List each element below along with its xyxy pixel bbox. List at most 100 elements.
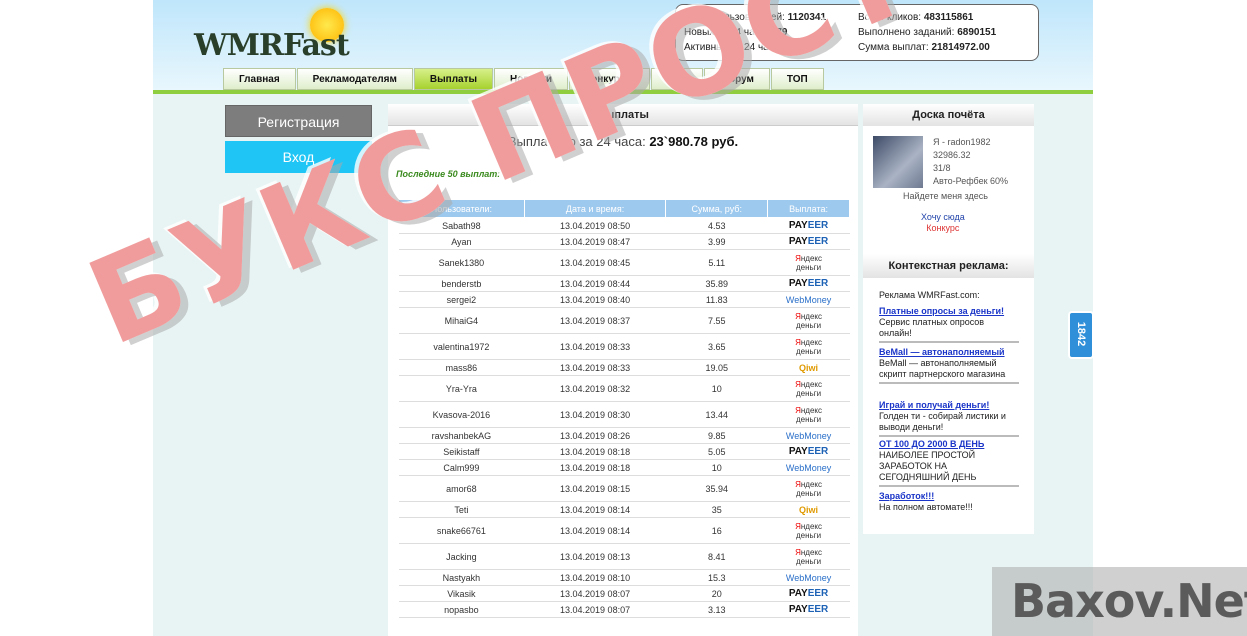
ad-item[interactable]: Заработок!!! На полном автомате!!! bbox=[879, 491, 1019, 515]
table-row: Calm999 13.04.2019 08:18 10 WebMoney bbox=[398, 459, 850, 476]
cell-date: 13.04.2019 08:44 bbox=[524, 275, 666, 292]
table-row: Nastyakh 13.04.2019 08:10 15.3 WebMoney bbox=[398, 569, 850, 586]
table-row: Teti 13.04.2019 08:14 35 Qiwi bbox=[398, 501, 850, 518]
cell-user: benderstb bbox=[398, 275, 525, 292]
cell-user: Jacking bbox=[398, 543, 525, 570]
cell-user: mass86 bbox=[398, 359, 525, 376]
cell-user: amor68 bbox=[398, 475, 525, 502]
col-method: Выплата: bbox=[767, 199, 850, 218]
table-row: Vikasik 13.04.2019 08:07 20 PAYEER bbox=[398, 585, 850, 602]
payment-method-icon: PAYEER bbox=[767, 275, 850, 292]
cell-user: snake66761 bbox=[398, 517, 525, 544]
cell-date: 13.04.2019 08:32 bbox=[524, 375, 666, 402]
table-row: amor68 13.04.2019 08:15 35.94 Яндекс деньги bbox=[398, 475, 850, 502]
honor-info: Я - radon1982 32986.32 31/8 Авто-Рефбек … bbox=[933, 137, 1009, 186]
cell-user: valentina1972 bbox=[398, 333, 525, 360]
payment-method-icon: Яндекс деньги bbox=[767, 333, 850, 360]
cell-date: 13.04.2019 08:07 bbox=[524, 585, 666, 602]
table-row: Kvasova-2016 13.04.2019 08:30 13.44 Яндекс д… bbox=[398, 401, 850, 428]
cell-sum: 5.11 bbox=[665, 249, 768, 276]
cell-sum: 10 bbox=[665, 375, 768, 402]
corner-watermark: Baxov.Net bbox=[1011, 574, 1247, 628]
cell-date: 13.04.2019 08:37 bbox=[524, 307, 666, 334]
table-row: valentina1972 13.04.2019 08:33 3.65 Яндекс д… bbox=[398, 333, 850, 360]
cell-date: 13.04.2019 08:33 bbox=[524, 359, 666, 376]
payment-method-icon: Яндекс деньги bbox=[767, 375, 850, 402]
table-row: nopasbo 13.04.2019 08:07 3.13 PAYEER bbox=[398, 601, 850, 618]
payment-method-icon: PAYEER bbox=[767, 443, 850, 460]
honor-find-link[interactable]: Найдете меня здесь bbox=[903, 191, 988, 201]
side-counter-tab[interactable]: 1842 bbox=[1068, 311, 1094, 359]
cell-sum: 8.41 bbox=[665, 543, 768, 570]
nav-advertisers[interactable]: Рекламодателям bbox=[296, 68, 413, 90]
table-row: sergei2 13.04.2019 08:40 11.83 WebMoney bbox=[398, 291, 850, 308]
cell-date: 13.04.2019 08:18 bbox=[524, 443, 666, 460]
cell-sum: 20 bbox=[665, 585, 768, 602]
cell-date: 13.04.2019 08:07 bbox=[524, 601, 666, 618]
table-row: mass86 13.04.2019 08:33 19.05 Qiwi bbox=[398, 359, 850, 376]
cell-user: Yra-Yra bbox=[398, 375, 525, 402]
want-here-link[interactable]: Хочу сюда Конкурс bbox=[921, 212, 965, 234]
table-row: snake66761 13.04.2019 08:14 16 Яндекс деньги bbox=[398, 517, 850, 544]
cell-user: Calm999 bbox=[398, 459, 525, 476]
cell-date: 13.04.2019 08:14 bbox=[524, 501, 666, 518]
cell-date: 13.04.2019 08:10 bbox=[524, 569, 666, 586]
cell-date: 13.04.2019 08:18 bbox=[524, 459, 666, 476]
ad-item[interactable]: BeMall — автонаполняемый BeMall — автонап… bbox=[879, 347, 1019, 384]
payment-method-icon: Яндекс деньги bbox=[767, 517, 850, 544]
payouts-table: Пользователи: Дата и время: Сумма, руб: … bbox=[398, 199, 850, 618]
cell-sum: 5.05 bbox=[665, 443, 768, 460]
payment-method-icon: WebMoney bbox=[767, 459, 850, 476]
cell-user: Kvasova-2016 bbox=[398, 401, 525, 428]
sidebar-right: Доска почёта Я - radon1982 32986.32 31/8… bbox=[863, 104, 1034, 534]
nav-home[interactable]: Главная bbox=[223, 68, 296, 90]
cell-sum: 11.83 bbox=[665, 291, 768, 308]
cell-sum: 4.53 bbox=[665, 217, 768, 234]
ad-item[interactable]: Играй и получай деньги! Голден ти - собир… bbox=[879, 400, 1019, 437]
cell-sum: 35.89 bbox=[665, 275, 768, 292]
payment-method-icon: WebMoney bbox=[767, 291, 850, 308]
cell-user: Nastyakh bbox=[398, 569, 525, 586]
logo-text: WMRFast bbox=[194, 28, 350, 63]
payment-method-icon: Qiwi bbox=[767, 359, 850, 376]
cell-sum: 7.55 bbox=[665, 307, 768, 334]
table-row: Seikistaff 13.04.2019 08:18 5.05 PAYEER bbox=[398, 443, 850, 460]
context-ads-title: Контекстная реклама: bbox=[863, 254, 1034, 278]
cell-sum: 19.05 bbox=[665, 359, 768, 376]
cell-user: Vikasik bbox=[398, 585, 525, 602]
cell-date: 13.04.2019 08:13 bbox=[524, 543, 666, 570]
table-row: Jacking 13.04.2019 08:13 8.41 Яндекс деньги bbox=[398, 543, 850, 570]
cell-sum: 15.3 bbox=[665, 569, 768, 586]
cell-date: 13.04.2019 08:45 bbox=[524, 249, 666, 276]
cell-date: 13.04.2019 08:30 bbox=[524, 401, 666, 428]
payment-method-icon: Яндекс деньги bbox=[767, 475, 850, 502]
col-sum: Сумма, руб: bbox=[665, 199, 769, 218]
cell-user: Teti bbox=[398, 501, 525, 518]
cell-user: Seikistaff bbox=[398, 443, 525, 460]
cell-date: 13.04.2019 08:47 bbox=[524, 233, 666, 250]
table-row: MihaiG4 13.04.2019 08:37 7.55 Яндекс деньги bbox=[398, 307, 850, 334]
cell-user: MihaiG4 bbox=[398, 307, 525, 334]
payment-method-icon: PAYEER bbox=[767, 585, 850, 602]
table-row: Sanek1380 13.04.2019 08:45 5.11 Яндекс деньг… bbox=[398, 249, 850, 276]
cell-sum: 10 bbox=[665, 459, 768, 476]
cell-user: nopasbo bbox=[398, 601, 525, 618]
cell-sum: 3.13 bbox=[665, 601, 768, 618]
cell-date: 13.04.2019 08:15 bbox=[524, 475, 666, 502]
payment-method-icon: WebMoney bbox=[767, 427, 850, 444]
honor-avatar[interactable] bbox=[873, 136, 923, 188]
cell-date: 13.04.2019 08:50 bbox=[524, 217, 666, 234]
payment-method-icon: Яндекс деньги bbox=[767, 249, 850, 276]
ad-item[interactable]: Платные опросы за деньги! Сервис платных … bbox=[879, 306, 1019, 343]
payment-method-icon: WebMoney bbox=[767, 569, 850, 586]
payment-method-icon: PAYEER bbox=[767, 233, 850, 250]
table-row: Yra-Yra 13.04.2019 08:32 10 Яндекс деньги bbox=[398, 375, 850, 402]
cell-sum: 3.65 bbox=[665, 333, 768, 360]
cell-date: 13.04.2019 08:33 bbox=[524, 333, 666, 360]
ad-item[interactable]: ОТ 100 ДО 2000 В ДЕНЬ НАИБОЛЕЕ ПРОСТОЙ ЗА… bbox=[879, 439, 1019, 487]
context-ads-intro: Реклама WMRFast.com: bbox=[879, 290, 980, 300]
table-row: benderstb 13.04.2019 08:44 35.89 PAYEER bbox=[398, 275, 850, 292]
cell-sum: 16 bbox=[665, 517, 768, 544]
cell-user: sergei2 bbox=[398, 291, 525, 308]
honor-board-title: Доска почёта bbox=[863, 104, 1034, 126]
